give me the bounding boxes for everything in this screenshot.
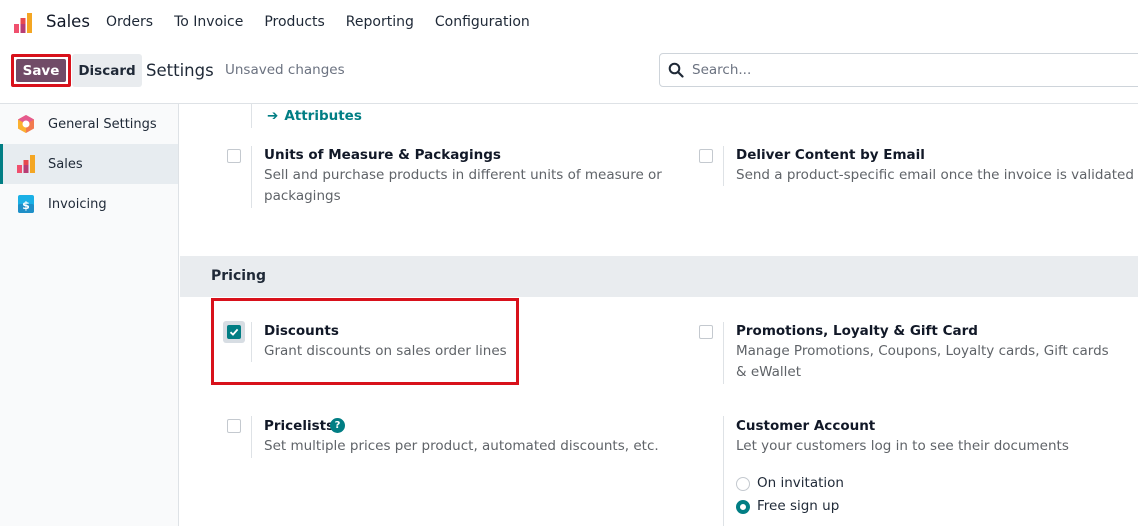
pricelists-title: Pricelists [264,418,335,434]
search-input[interactable] [692,62,1092,78]
invoicing-icon: $ [18,195,34,213]
menu-reporting[interactable]: Reporting [346,14,414,30]
discounts-checkbox[interactable] [227,325,241,339]
unsaved-status: Unsaved changes [225,62,345,78]
uom-desc: Sell and purchase products in different … [264,167,662,204]
option-divider [723,146,724,186]
deliver-email-desc: Send a product-specific email once the i… [736,167,1134,183]
arrow-right-icon: ➔ [267,108,279,124]
help-question-icon[interactable]: ? [330,418,345,433]
option-divider [251,146,252,208]
sidebar-item-sales[interactable]: Sales [0,144,178,184]
radio-free-sign-up-label[interactable]: Free sign up [757,498,839,514]
option-divider [251,322,252,362]
checkmark-icon [229,328,239,336]
attributes-link[interactable]: ➔ Attributes [267,108,362,124]
search-icon [668,62,684,78]
menu-to-invoice[interactable]: To Invoice [174,14,243,30]
discard-button[interactable]: Discard [72,54,142,87]
deliver-email-checkbox[interactable] [699,149,713,163]
top-navbar: Sales Orders To Invoice Products Reporti… [0,0,1138,46]
pricing-section-title: Pricing [211,268,267,284]
save-button-highlight: Save [11,54,71,87]
svg-text:$: $ [22,199,30,212]
pricelists-checkbox[interactable] [227,419,241,433]
radio-on-invitation[interactable] [736,477,750,491]
sales-app-icon[interactable] [12,11,36,35]
option-divider [251,104,252,128]
option-divider [251,416,252,458]
deliver-email-title: Deliver Content by Email [736,147,925,163]
search-box[interactable] [659,53,1138,87]
sidebar-item-label: Sales [48,156,83,172]
sidebar-item-general-settings[interactable]: General Settings [0,104,178,144]
promotions-title: Promotions, Loyalty & Gift Card [736,323,978,339]
customer-account-title: Customer Account [736,418,876,434]
sales-bars-icon [17,155,35,173]
uom-title: Units of Measure & Packagings [264,147,501,163]
sidebar-item-label: Invoicing [48,196,107,212]
customer-account-desc: Let your customers log in to see their d… [736,438,1069,454]
discounts-checkbox-wrapper [223,321,245,343]
radio-free-sign-up[interactable] [736,500,750,514]
radio-on-invitation-label[interactable]: On invitation [757,475,844,491]
app-name[interactable]: Sales [46,12,90,31]
menu-products[interactable]: Products [264,14,324,30]
sidebar-item-invoicing[interactable]: $ Invoicing [0,184,178,224]
main-menu: Orders To Invoice Products Reporting Con… [106,14,551,30]
page-title: Settings [146,61,214,80]
discounts-title: Discounts [264,323,339,339]
option-divider [723,322,724,384]
sidebar-item-label: General Settings [48,116,157,132]
odoo-hexagon-icon [18,115,34,133]
discounts-desc: Grant discounts on sales order lines [264,343,507,359]
save-button[interactable]: Save [16,59,66,82]
menu-orders[interactable]: Orders [106,14,153,30]
attributes-link-label: Attributes [284,108,362,124]
pricing-section-header [180,256,1138,297]
menu-configuration[interactable]: Configuration [435,14,530,30]
settings-sidebar: General Settings Sales $ Invoicing [0,104,179,526]
option-divider [723,416,724,526]
pricelists-desc: Set multiple prices per product, automat… [264,438,659,454]
promotions-desc: Manage Promotions, Coupons, Loyalty card… [736,343,1109,380]
uom-checkbox[interactable] [227,149,241,163]
promotions-checkbox[interactable] [699,325,713,339]
